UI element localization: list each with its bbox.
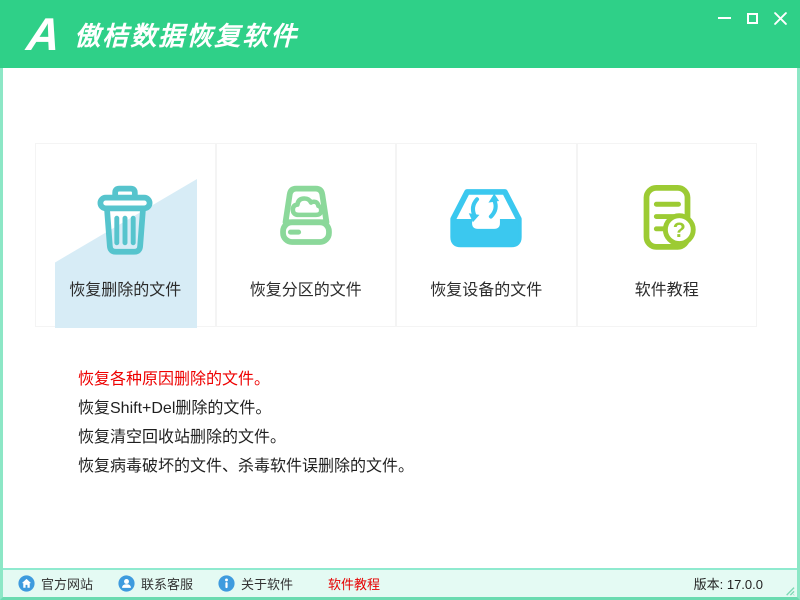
title-bar[interactable]: A 傲桔数据恢复软件 — [0, 0, 800, 68]
close-icon — [774, 12, 787, 25]
contact-support-link[interactable]: 联系客服 — [118, 574, 193, 593]
app-title: 傲桔数据恢复软件 — [74, 16, 298, 53]
app-logo: A — [25, 11, 61, 57]
feature-cards: 恢复删除的文件 恢复分区的文件 — [35, 143, 757, 327]
footer-link-label: 关于软件 — [241, 574, 293, 593]
main-panel: 恢复删除的文件 恢复分区的文件 — [3, 68, 797, 568]
status-bar: 官方网站 联系客服 关于软件 软件教程 — [3, 568, 797, 597]
version-label: 版本: 17.0.0 — [694, 574, 763, 593]
card-label: 软件教程 — [635, 276, 699, 300]
card-recover-deleted-files[interactable]: 恢复删除的文件 — [35, 143, 216, 327]
svg-text:?: ? — [673, 218, 686, 242]
card-recover-partition-files[interactable]: 恢复分区的文件 — [216, 143, 397, 327]
close-button[interactable] — [772, 10, 788, 26]
resize-grip[interactable] — [782, 583, 795, 596]
card-recover-device-files[interactable]: 恢复设备的文件 — [396, 143, 577, 327]
maximize-button[interactable] — [744, 10, 760, 26]
window-controls — [716, 10, 788, 26]
card-label: 恢复分区的文件 — [250, 276, 362, 300]
description-line: 恢复Shift+Del删除的文件。 — [78, 394, 797, 423]
card-software-tutorial[interactable]: ? 软件教程 — [577, 143, 758, 327]
document-question-icon: ? — [624, 178, 710, 260]
description-line: 恢复各种原因删除的文件。 — [78, 365, 797, 394]
minimize-icon — [718, 17, 731, 19]
footer-link-label: 官方网站 — [41, 574, 93, 593]
support-icon — [118, 575, 135, 592]
description-line: 恢复清空回收站删除的文件。 — [78, 423, 797, 452]
footer-link-label: 软件教程 — [328, 574, 380, 593]
card-label: 恢复设备的文件 — [430, 276, 542, 300]
maximize-icon — [747, 13, 758, 24]
trash-icon — [82, 178, 168, 260]
description-line: 恢复病毒破坏的文件、杀毒软件误删除的文件。 — [78, 452, 797, 481]
card-label: 恢复删除的文件 — [69, 276, 181, 300]
official-website-link[interactable]: 官方网站 — [18, 574, 93, 593]
info-icon — [218, 575, 235, 592]
app-window: A 傲桔数据恢复软件 — [0, 0, 800, 600]
inbox-arrows-icon — [443, 178, 529, 260]
minimize-button[interactable] — [716, 10, 732, 26]
window-body: 恢复删除的文件 恢复分区的文件 — [0, 68, 800, 600]
footer-link-label: 联系客服 — [141, 574, 193, 593]
drive-cloud-icon — [263, 178, 349, 260]
feature-description: 恢复各种原因删除的文件。 恢复Shift+Del删除的文件。 恢复清空回收站删除… — [78, 365, 797, 481]
software-tutorial-link[interactable]: 软件教程 — [328, 574, 380, 593]
home-icon — [18, 575, 35, 592]
about-software-link[interactable]: 关于软件 — [218, 574, 293, 593]
